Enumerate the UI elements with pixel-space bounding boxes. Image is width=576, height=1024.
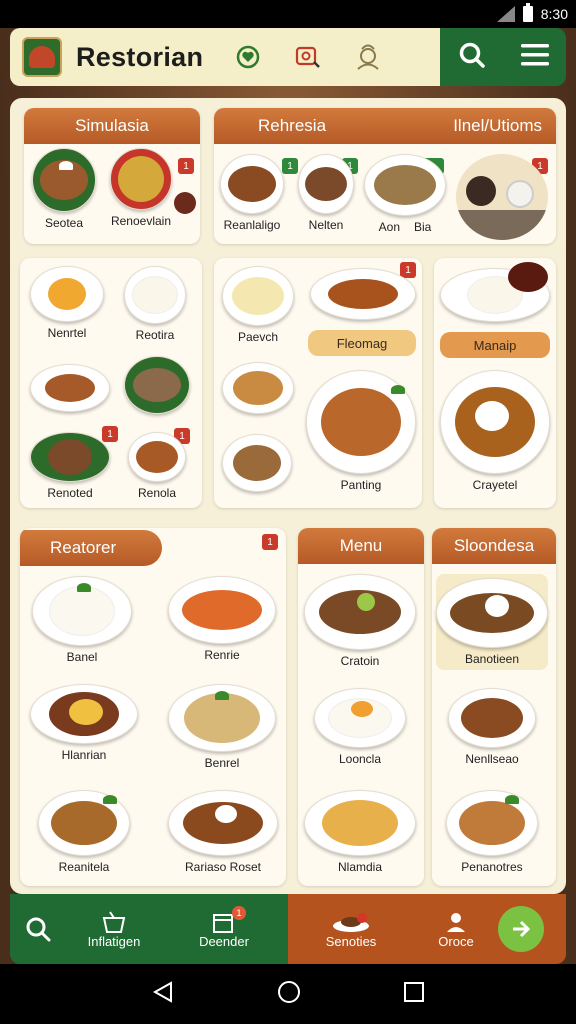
dish-penanotres[interactable]: Penanotres — [446, 790, 538, 874]
staff-photo — [456, 154, 548, 240]
nav-senoties[interactable]: Senoties — [288, 910, 414, 949]
dish-side-a[interactable] — [30, 364, 110, 412]
dish-reanlaligo[interactable]: Reanlaligo — [220, 154, 284, 232]
nav-oroce[interactable]: Oroce — [414, 910, 498, 949]
status-bar: 8:30 — [0, 0, 576, 28]
dish-hlanrian[interactable]: Hlanrian — [30, 684, 138, 762]
chef-icon[interactable] — [353, 42, 383, 72]
sloondesa-card: Sloondesa Banotieen Nenllseao Penanotres — [432, 528, 556, 886]
badge: 1 — [262, 534, 278, 550]
simulasia-title: Simulasia — [24, 108, 200, 144]
sloondesa-title: Sloondesa — [432, 528, 556, 564]
rehresia-card[interactable]: Rehresia Ilnel/Utioms 1 1 1 1 Reanlaligo… — [214, 108, 556, 244]
recents-icon[interactable] — [403, 981, 425, 1008]
menu-card: Menu Cratoin Looncla Nlamdia — [298, 528, 424, 886]
search-icon[interactable] — [457, 40, 487, 75]
restorer-title: Reatorer — [20, 530, 162, 566]
nav-inflatigen[interactable]: Inflatigen — [66, 910, 162, 949]
search-map-icon[interactable] — [293, 42, 323, 72]
simulasia-card[interactable]: Simulasia 1 Seotea Renoevlain — [24, 108, 200, 244]
person-icon — [447, 912, 465, 932]
search-icon[interactable] — [10, 915, 66, 943]
dish-seotea[interactable]: Seotea — [32, 148, 96, 230]
dish-cratoin[interactable]: Cratoin — [304, 574, 416, 668]
dish-panting[interactable]: Panting — [306, 370, 416, 492]
dish-icon — [333, 912, 369, 932]
dish-looncla[interactable]: Looncla — [314, 688, 406, 766]
rehresia-subtitle: Ilnel/Utioms — [453, 116, 542, 135]
badge: 1 — [282, 158, 298, 174]
menu-panel: Simulasia 1 Seotea Renoevlain Rehresia I… — [10, 98, 566, 894]
arrow-right-icon — [513, 920, 531, 938]
dish-crayetel[interactable]: Crayetel — [440, 370, 550, 492]
aon-label: Aon — [378, 220, 400, 234]
bia-label: Bia — [414, 220, 432, 234]
dish-nelten[interactable]: Nelten — [298, 154, 354, 232]
menu-title: Menu — [298, 528, 424, 564]
app-title: Restorian — [76, 41, 204, 72]
dish-nenrtel[interactable]: Nenrtel — [30, 266, 104, 340]
dish-aon[interactable]: Aon Bia — [364, 154, 446, 234]
dish-bread[interactable] — [222, 362, 294, 414]
battery-icon — [522, 3, 533, 22]
bottom-navigation: Inflatigen 1 Deender Senoties Oroce — [10, 894, 566, 964]
dish-banotieen[interactable]: Banotieen — [436, 574, 548, 670]
dish-grid-a: Nenrtel Reotira 1 1 Renoted Renola — [20, 258, 202, 508]
dish-renola[interactable]: Renola — [128, 432, 186, 500]
basket-icon — [102, 910, 126, 933]
dish-renoted[interactable]: Renoted — [30, 432, 110, 500]
nav-deender[interactable]: 1 Deender — [162, 905, 286, 949]
restaurant-logo — [22, 37, 62, 77]
dish-rariaso-roset[interactable]: Rariaso Roset — [168, 790, 278, 874]
menu-icon[interactable] — [520, 42, 550, 73]
dish-paevch[interactable]: Paevch — [222, 266, 294, 344]
tag-manaip[interactable]: Manaip — [440, 332, 550, 358]
dish-banel[interactable]: Banel — [32, 576, 132, 664]
badge: 1 — [400, 262, 416, 278]
dish-benrel[interactable]: Benrel — [168, 684, 276, 770]
go-button[interactable] — [498, 906, 544, 952]
dish-nenllseao[interactable]: Nenllseao — [448, 688, 536, 766]
dish-renoevlain[interactable]: Renoevlain — [110, 148, 172, 228]
soup-bowl — [508, 262, 548, 292]
dish-reanitela[interactable]: Reanitela — [38, 790, 130, 874]
dish-grid-c: Manaip Crayetel — [434, 258, 556, 508]
app-header: Restorian — [10, 28, 566, 86]
side-dish — [174, 192, 196, 214]
dish-renrie[interactable]: Renrie — [168, 576, 276, 662]
home-icon[interactable] — [276, 979, 302, 1010]
dish-nlamdia[interactable]: Nlamdia — [304, 790, 416, 874]
dish-grid-b: 1 Paevch Fleomag Panting — [214, 258, 422, 508]
system-navigation-bar — [0, 964, 576, 1024]
dish-reotira[interactable]: Reotira — [124, 266, 186, 342]
heart-badge-icon[interactable] — [233, 42, 263, 72]
restorer-card: Reatorer 1 Banel Renrie Hlanrian Benrel … — [20, 528, 286, 886]
notification-badge: 1 — [232, 905, 246, 920]
dish-roast[interactable] — [222, 434, 292, 492]
back-icon[interactable] — [151, 980, 175, 1009]
rehresia-title: Rehresia — [258, 116, 327, 135]
status-time: 8:30 — [540, 6, 568, 22]
simulasia-badge: 1 — [178, 158, 194, 174]
dish-curry[interactable] — [310, 268, 416, 320]
signal-icon — [496, 6, 515, 22]
tag-fleomag[interactable]: Fleomag — [308, 330, 416, 356]
dish-side-b[interactable] — [124, 356, 190, 414]
